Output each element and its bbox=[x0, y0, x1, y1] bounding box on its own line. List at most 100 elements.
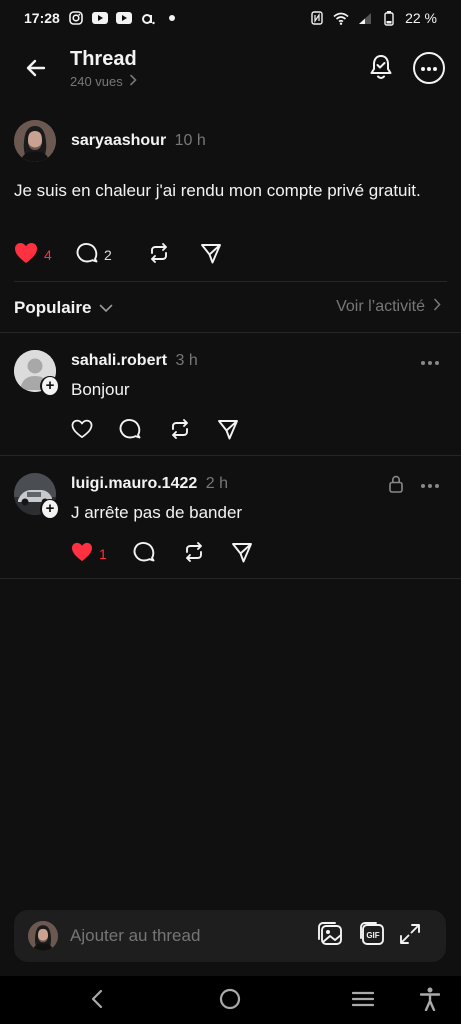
nfc-icon bbox=[309, 10, 325, 26]
reply-username[interactable]: luigi.mauro.1422 bbox=[71, 475, 197, 492]
reply-text: Bonjour bbox=[71, 380, 130, 399]
repost-icon bbox=[169, 418, 191, 443]
status-time: 17:28 bbox=[24, 10, 60, 26]
post-like-count: 4 bbox=[44, 246, 52, 263]
reply-share-button[interactable] bbox=[231, 541, 253, 566]
divider bbox=[14, 281, 447, 282]
menu-icon bbox=[351, 990, 375, 1013]
chevron-down-icon bbox=[99, 298, 113, 318]
sort-row: Populaire Voir l’activité bbox=[0, 292, 461, 324]
more-horizontal-icon bbox=[420, 473, 440, 493]
reply-time: 3 h bbox=[175, 352, 198, 369]
reply-repost-button[interactable] bbox=[183, 541, 231, 566]
comment-icon bbox=[76, 242, 98, 267]
post-like-button[interactable]: 4 bbox=[14, 242, 76, 267]
more-horizontal-icon bbox=[420, 59, 438, 77]
send-icon bbox=[200, 242, 222, 267]
chevron-left-icon bbox=[90, 989, 104, 1014]
reply-item: + sahali.robert 3 h Bonjour bbox=[0, 332, 461, 454]
nav-recents-button[interactable] bbox=[348, 986, 378, 1016]
post-comment-button[interactable]: 2 bbox=[76, 242, 148, 267]
reply-author[interactable]: sahali.robert 3 h bbox=[71, 352, 198, 370]
bell-check-icon bbox=[367, 53, 395, 86]
reply-share-button[interactable] bbox=[217, 418, 239, 443]
post-time: 10 h bbox=[174, 132, 206, 149]
comment-icon bbox=[133, 541, 155, 566]
heart-filled-icon bbox=[71, 542, 93, 565]
post-author[interactable]: saryaashour 10 h bbox=[71, 132, 206, 150]
youtube-icon bbox=[91, 10, 108, 26]
home-circle-icon bbox=[219, 988, 241, 1015]
add-image-button[interactable] bbox=[316, 921, 344, 952]
more-options-button[interactable] bbox=[413, 52, 445, 84]
reply-more-button[interactable] bbox=[420, 473, 440, 494]
expand-composer-button[interactable] bbox=[396, 922, 424, 950]
comment-icon bbox=[119, 418, 141, 443]
notifications-button[interactable] bbox=[364, 52, 398, 86]
heart-filled-icon bbox=[14, 242, 38, 267]
reply-like-button[interactable]: 1 bbox=[71, 542, 133, 565]
lock-icon bbox=[388, 475, 404, 498]
reply-comment-button[interactable] bbox=[133, 541, 183, 566]
reply-comment-button[interactable] bbox=[119, 418, 169, 443]
post-repost-button[interactable] bbox=[148, 242, 200, 267]
back-button[interactable] bbox=[18, 52, 54, 88]
reply-like-button[interactable] bbox=[71, 419, 119, 442]
repost-icon bbox=[148, 242, 170, 267]
reply-repost-button[interactable] bbox=[169, 418, 217, 443]
send-icon bbox=[217, 418, 239, 443]
heart-icon bbox=[71, 419, 93, 442]
reply-more-button[interactable] bbox=[420, 350, 440, 371]
image-icon bbox=[317, 921, 343, 952]
composer-input[interactable] bbox=[70, 926, 290, 946]
status-bar: 17:28 22 % bbox=[0, 0, 461, 36]
svg-text:GIF: GIF bbox=[366, 931, 379, 940]
composer-avatar bbox=[28, 921, 58, 951]
thread-header: Thread 240 vues bbox=[0, 40, 461, 100]
accessibility-button[interactable] bbox=[415, 986, 445, 1016]
post-actions: 4 2 bbox=[14, 242, 222, 267]
reply-username[interactable]: sahali.robert bbox=[71, 352, 167, 369]
reply-item: + luigi.mauro.1422 2 h J arrête pas de b… bbox=[0, 455, 461, 577]
follow-button[interactable]: + bbox=[40, 499, 60, 519]
add-gif-button[interactable]: GIF bbox=[358, 921, 386, 952]
battery-percent: 22 % bbox=[405, 10, 437, 26]
views-link[interactable]: 240 vues bbox=[70, 74, 137, 89]
reply-actions: 1 bbox=[71, 541, 253, 566]
gif-icon: GIF bbox=[359, 921, 385, 952]
post-author-avatar[interactable] bbox=[14, 120, 56, 162]
instagram-icon bbox=[68, 10, 84, 26]
divider bbox=[0, 578, 461, 579]
sort-label: Populaire bbox=[14, 298, 92, 317]
follow-button[interactable]: + bbox=[40, 376, 60, 396]
signal-icon bbox=[357, 10, 373, 26]
view-activity-link[interactable]: Voir l’activité bbox=[336, 298, 441, 316]
notification-dot-icon bbox=[164, 10, 180, 26]
post-username[interactable]: saryaashour bbox=[71, 132, 166, 149]
reply-time: 2 h bbox=[205, 475, 228, 492]
chevron-right-icon bbox=[433, 298, 441, 316]
send-icon bbox=[231, 541, 253, 566]
wifi-icon bbox=[333, 10, 349, 26]
more-horizontal-icon bbox=[420, 350, 440, 370]
activity-label: Voir l’activité bbox=[336, 298, 425, 315]
expand-icon bbox=[399, 923, 421, 950]
reply-like-count: 1 bbox=[99, 545, 107, 562]
page-title: Thread bbox=[70, 48, 137, 70]
app-a-icon bbox=[140, 10, 156, 26]
post-comment-count: 2 bbox=[104, 246, 112, 263]
plus-icon: + bbox=[42, 500, 58, 518]
sort-dropdown[interactable]: Populaire bbox=[14, 298, 113, 318]
reply-composer: GIF bbox=[14, 910, 446, 962]
views-count: 240 vues bbox=[70, 74, 123, 89]
accessibility-icon bbox=[419, 987, 441, 1016]
plus-icon: + bbox=[42, 377, 58, 395]
battery-icon bbox=[381, 10, 397, 26]
reply-text: J arrête pas de bander bbox=[71, 503, 243, 522]
nav-back-button[interactable] bbox=[82, 986, 112, 1016]
reply-author[interactable]: luigi.mauro.1422 2 h bbox=[71, 475, 228, 493]
nav-home-button[interactable] bbox=[215, 986, 245, 1016]
post-share-button[interactable] bbox=[200, 242, 222, 267]
arrow-left-icon bbox=[24, 56, 48, 85]
system-navigation-bar bbox=[0, 976, 461, 1024]
